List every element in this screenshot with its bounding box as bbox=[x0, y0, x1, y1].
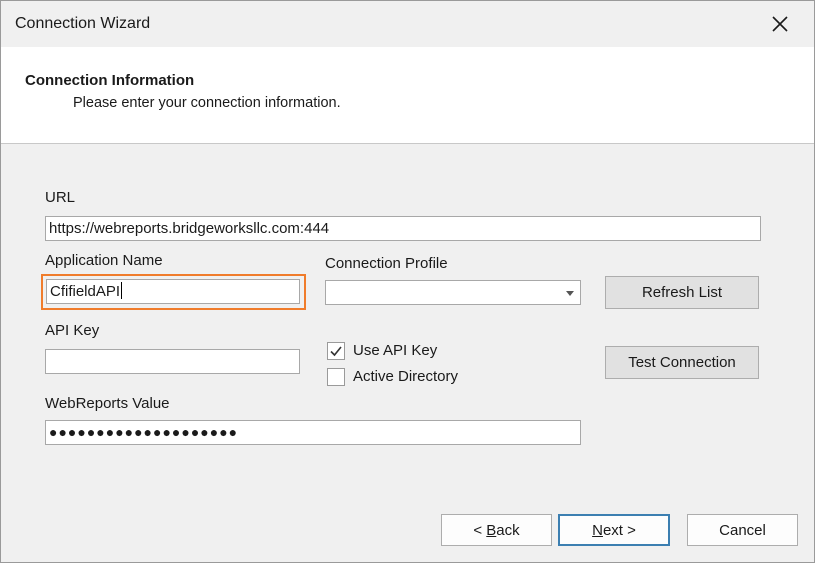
window-title: Connection Wizard bbox=[15, 15, 151, 32]
url-input[interactable] bbox=[45, 216, 761, 241]
api-key-input[interactable] bbox=[45, 349, 300, 374]
close-icon bbox=[772, 16, 788, 32]
connection-profile-select[interactable] bbox=[325, 280, 581, 305]
active-directory-label[interactable]: Active Directory bbox=[353, 368, 458, 385]
page-title: Connection Information bbox=[25, 72, 195, 89]
application-name-label: Application Name bbox=[45, 252, 163, 269]
test-connection-button[interactable]: Test Connection bbox=[605, 346, 759, 379]
refresh-list-button[interactable]: Refresh List bbox=[605, 276, 759, 309]
text-caret bbox=[121, 282, 123, 299]
checkmark-icon bbox=[330, 346, 342, 357]
page-subtitle: Please enter your connection information… bbox=[73, 95, 341, 111]
use-api-key-checkbox[interactable] bbox=[327, 342, 345, 360]
url-label: URL bbox=[45, 189, 76, 206]
cancel-button[interactable]: Cancel bbox=[687, 514, 798, 546]
api-key-label: API Key bbox=[45, 322, 100, 339]
connection-profile-label: Connection Profile bbox=[325, 255, 448, 272]
webreports-value-input[interactable]: ●●●●●●●●●●●●●●●●●●●● bbox=[45, 420, 581, 445]
use-api-key-label[interactable]: Use API Key bbox=[353, 342, 437, 359]
next-label: Next > bbox=[592, 521, 636, 539]
next-button[interactable]: Next > bbox=[558, 514, 670, 546]
close-button[interactable] bbox=[767, 11, 793, 37]
back-button[interactable]: < Back bbox=[441, 514, 552, 546]
application-name-input[interactable]: CfifieldAPI bbox=[46, 279, 300, 304]
wizard-header: Connection Information Please enter your… bbox=[1, 47, 814, 144]
connection-wizard-dialog: Connection Wizard Connection Information… bbox=[0, 0, 815, 563]
application-name-value: CfifieldAPI bbox=[50, 283, 121, 300]
title-bar: Connection Wizard bbox=[1, 1, 814, 47]
active-directory-checkbox[interactable] bbox=[327, 368, 345, 386]
webreports-value-label: WebReports Value bbox=[45, 395, 170, 412]
chevron-down-icon bbox=[566, 291, 574, 296]
back-label: < Back bbox=[473, 521, 520, 539]
